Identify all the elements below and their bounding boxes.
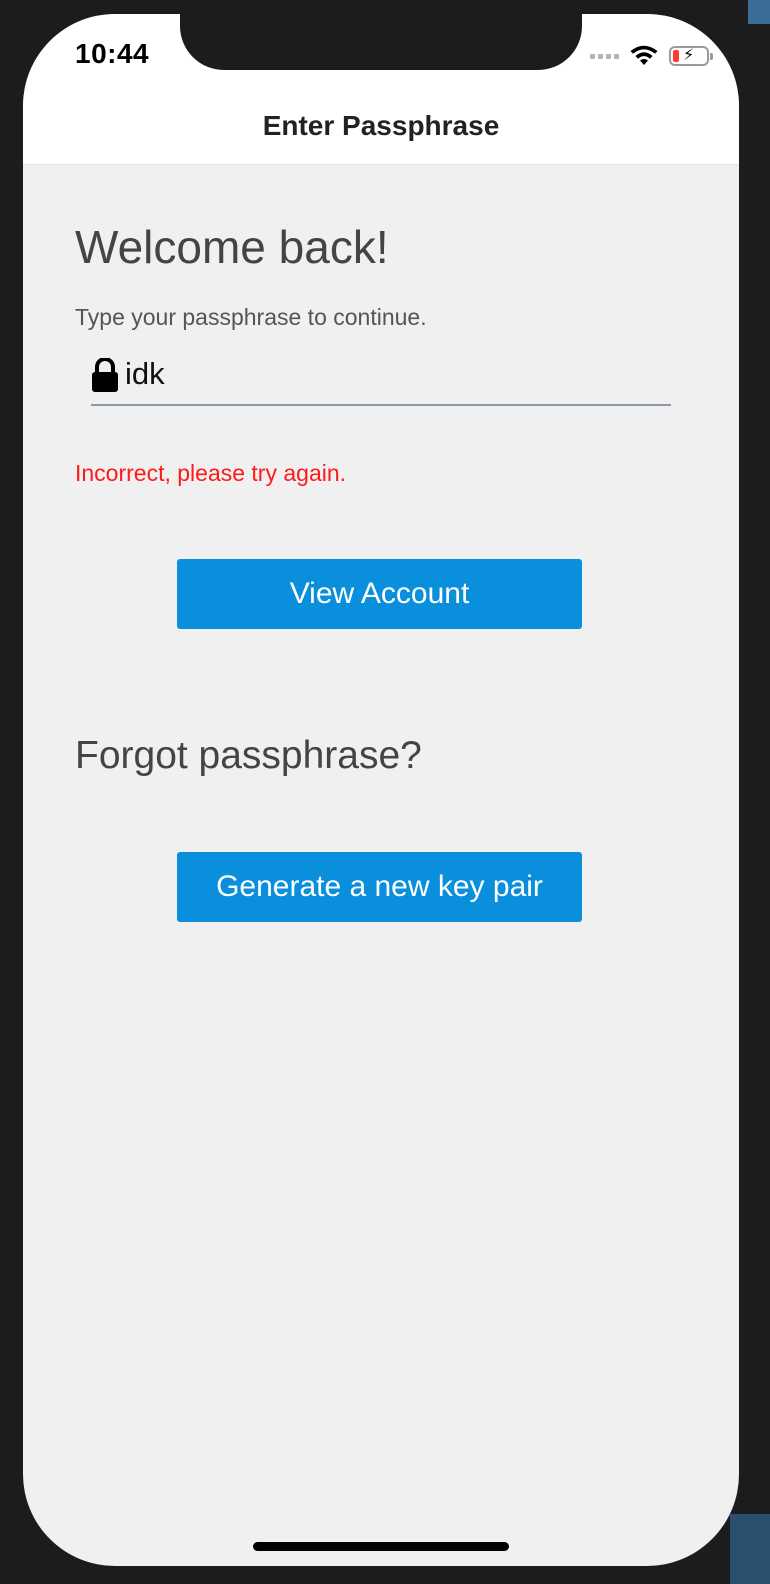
home-indicator[interactable] — [253, 1542, 509, 1551]
forgot-passphrase-heading: Forgot passphrase? — [75, 734, 422, 777]
phone-screen: 10:44 ⚡ Enter Passphrase Welcome back! T… — [23, 14, 739, 1566]
passphrase-input[interactable] — [125, 356, 625, 392]
navigation-bar: 10:44 ⚡ Enter Passphrase — [23, 14, 739, 165]
error-message: Incorrect, please try again. — [75, 460, 347, 486]
view-account-button[interactable]: View Account — [177, 559, 582, 629]
passphrase-field[interactable] — [91, 344, 671, 406]
status-time: 10:44 — [75, 38, 150, 69]
generate-key-pair-button[interactable]: Generate a new key pair — [177, 852, 582, 922]
desktop-background-corner — [730, 1514, 770, 1584]
welcome-heading: Welcome back! — [75, 221, 389, 273]
lock-icon — [91, 356, 119, 392]
device-frame: 10:44 ⚡ Enter Passphrase Welcome back! T… — [0, 0, 770, 1584]
device-notch — [180, 14, 582, 70]
page-title: Enter Passphrase — [262, 110, 500, 141]
status-icons: ⚡ — [590, 44, 713, 68]
charging-bolt-icon: ⚡ — [683, 47, 695, 64]
instruction-text: Type your passphrase to continue. — [75, 304, 427, 330]
battery-level — [673, 50, 679, 62]
cellular-signal-icon — [590, 53, 619, 59]
battery-charging-icon: ⚡ — [669, 46, 713, 66]
desktop-background — [748, 0, 770, 24]
wifi-icon — [630, 45, 658, 65]
